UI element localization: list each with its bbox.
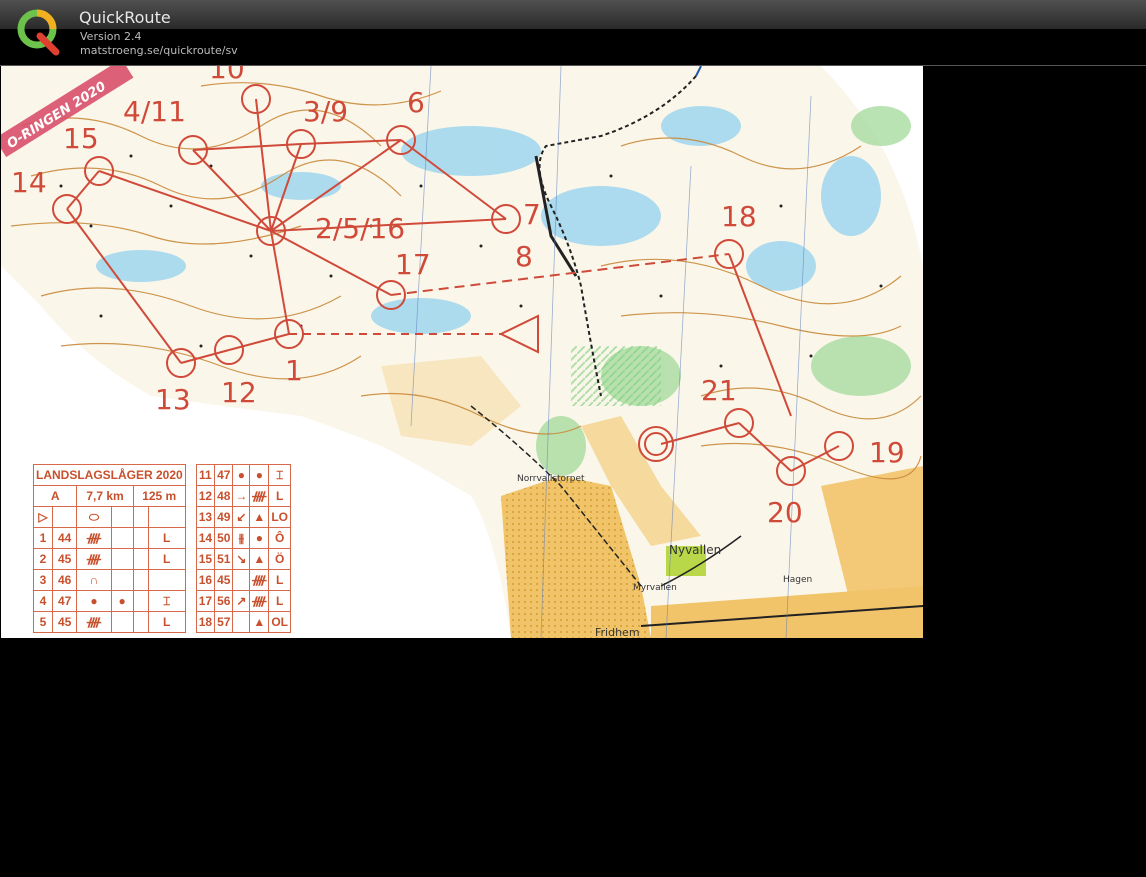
control-label-3-9: 3/9: [303, 95, 348, 128]
control-label-15: 15: [63, 122, 99, 155]
control-label-14: 14: [11, 166, 47, 199]
control-label-20: 20: [767, 496, 803, 529]
control-description-sheet: LANDSLAGSLÅGER 2020 11 47 ● ● ⌶ A 7,7 km…: [32, 464, 413, 638]
quickroute-logo-icon: [17, 9, 60, 56]
control-label-4-11: 4/11: [123, 95, 186, 128]
place-fridhem: Fridhem: [595, 626, 640, 638]
app-title: QuickRoute: [79, 8, 171, 27]
control-label-21: 21: [701, 374, 737, 407]
control-label-17: 17: [395, 248, 431, 281]
control-label-13: 13: [155, 383, 191, 416]
control-label-12: 12: [221, 376, 257, 409]
place-norrvallstorpet: Norrvallstorpet: [517, 474, 585, 484]
place-nyvallen: Nyvallen: [669, 543, 721, 557]
green-stripe-area: [571, 346, 661, 406]
description-table: LANDSLAGSLÅGER 2020 11 47 ● ● ⌶ A 7,7 km…: [32, 464, 291, 633]
version-label: Version 2.4: [80, 30, 142, 43]
control-label-8: 8: [515, 240, 533, 273]
control-label-10: 10: [209, 66, 245, 85]
header-band: [0, 0, 1146, 29]
course-class: A: [32, 485, 78, 507]
control-label-1: 1: [285, 354, 303, 387]
description-title: LANDSLAGSLÅGER 2020: [33, 464, 186, 486]
control-label-6: 6: [407, 86, 425, 119]
control-label-7: 7: [523, 198, 541, 231]
course-length: 7,7 km: [76, 485, 134, 507]
place-hagen: Hagen: [783, 575, 812, 585]
place-myrvallen: Myrvallen: [633, 583, 677, 593]
course-climb: 125 m: [132, 485, 186, 507]
control-label-18: 18: [721, 200, 757, 233]
app-header: QuickRoute Version 2.4 matstroeng.se/qui…: [0, 0, 1146, 66]
control-label-19: 19: [869, 436, 905, 469]
start-symbol: ▷: [33, 506, 53, 528]
orienteering-map[interactable]: 10 4/11 3/9 6 15 14 7 18 2/5/16 8 17 1 1…: [1, 66, 923, 638]
website-link[interactable]: matstroeng.se/quickroute/sv: [80, 44, 238, 57]
control-label-2-5-16: 2/5/16: [315, 212, 405, 245]
